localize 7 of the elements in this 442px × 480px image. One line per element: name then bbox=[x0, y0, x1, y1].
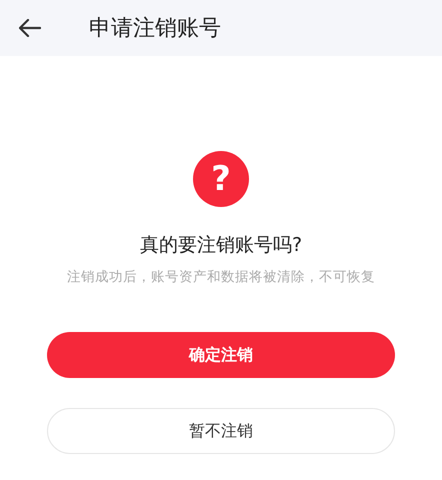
cancel-button[interactable]: 暂不注销 bbox=[47, 408, 395, 454]
question-text: 真的要注销账号吗? bbox=[140, 233, 302, 258]
confirm-button[interactable]: 确定注销 bbox=[47, 332, 395, 378]
question-icon: ? bbox=[193, 151, 249, 207]
page-title: 申请注销账号 bbox=[89, 15, 221, 43]
warning-text: 注销成功后，账号资产和数据将被清除，不可恢复 bbox=[67, 268, 375, 286]
back-arrow-icon[interactable] bbox=[19, 19, 41, 37]
